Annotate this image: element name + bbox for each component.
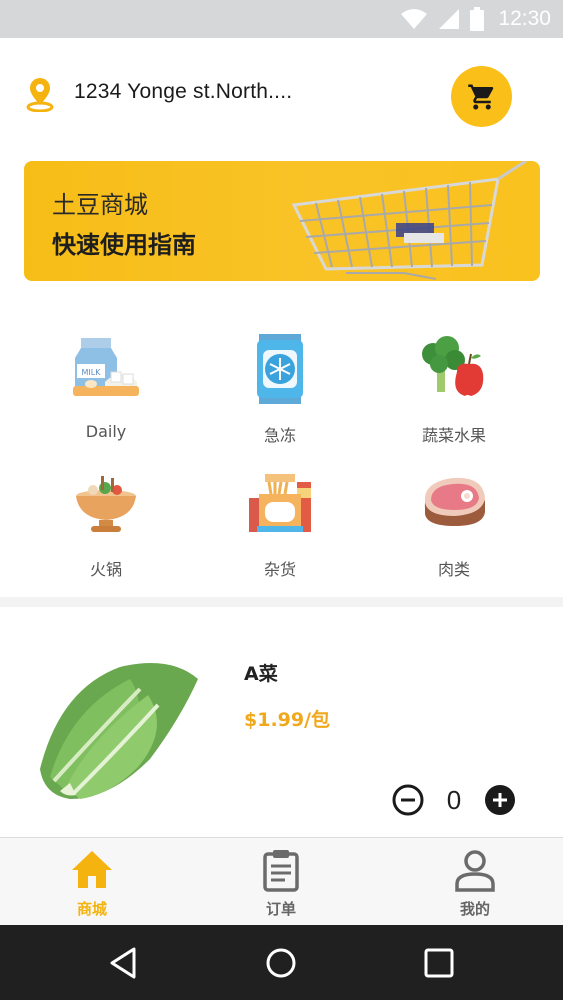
category-frozen[interactable]: 急冻: [210, 334, 350, 446]
category-meat[interactable]: 肉类: [384, 468, 524, 580]
category-vegetable-fruit[interactable]: 蔬菜水果: [384, 334, 524, 446]
signal-icon: [439, 9, 460, 29]
plus-circle-icon: [485, 785, 515, 815]
section-divider: [0, 597, 563, 607]
category-label: 急冻: [263, 426, 296, 445]
category-label: 肉类: [437, 560, 470, 579]
cart-button[interactable]: [451, 66, 512, 127]
bottom-nav: 商城 订单 我的: [0, 837, 563, 925]
header: 1234 Yonge st.North....: [0, 38, 563, 150]
recents-icon[interactable]: [421, 945, 457, 981]
category-hotpot[interactable]: 火锅: [36, 468, 176, 580]
frozen-icon: [257, 334, 303, 404]
nav-item-profile[interactable]: 我的: [425, 848, 525, 919]
home-circle-icon[interactable]: [263, 945, 299, 981]
home-icon: [72, 851, 112, 888]
status-time: 12:30: [498, 7, 551, 30]
grocery-icon: [249, 474, 311, 532]
person-icon: [455, 850, 495, 892]
guide-banner[interactable]: 土豆商城 快速使用指南: [24, 161, 540, 281]
category-label: 火锅: [89, 560, 122, 579]
clipboard-icon: [263, 850, 299, 892]
category-label: 蔬菜水果: [421, 426, 486, 445]
category-grocery[interactable]: 杂货: [210, 468, 350, 580]
status-bar: 12:30: [0, 0, 563, 38]
milk-icon: MILK: [73, 338, 139, 396]
increase-button[interactable]: [484, 784, 516, 816]
system-nav-bar: [0, 925, 563, 1000]
hotpot-icon: [76, 476, 136, 532]
minus-circle-icon: [392, 784, 424, 816]
shopping-cart-illustration: [291, 161, 527, 280]
category-daily[interactable]: MILK Daily: [36, 334, 176, 441]
quantity-stepper: 0: [392, 783, 516, 817]
nav-label: 订单: [265, 900, 296, 918]
nav-label: 我的: [459, 900, 490, 918]
product-name: A菜: [244, 663, 278, 685]
lettuce-image[interactable]: [30, 649, 210, 809]
quantity-value: 0: [446, 784, 462, 815]
svg-text:MILK: MILK: [82, 368, 102, 377]
vegetable-fruit-icon: [422, 336, 484, 396]
category-label: 杂货: [263, 560, 296, 579]
status-icons: 12:30: [400, 6, 551, 32]
category-label: Daily: [85, 422, 127, 441]
product-card[interactable]: A菜 $1.99/包 0: [0, 607, 563, 837]
banner-title: 土豆商城: [52, 191, 148, 219]
nav-item-shop[interactable]: 商城: [42, 848, 142, 919]
delivery-address[interactable]: 1234 Yonge st.North....: [74, 80, 292, 104]
decrease-button[interactable]: [392, 784, 424, 816]
wifi-icon: [401, 9, 428, 29]
product-price: $1.99/包: [244, 709, 331, 731]
meat-icon: [424, 477, 485, 526]
banner-subtitle: 快速使用指南: [52, 231, 196, 259]
nav-label: 商城: [76, 900, 107, 918]
nav-item-orders[interactable]: 订单: [231, 848, 331, 919]
shopping-cart-icon: [467, 84, 493, 109]
back-icon[interactable]: [106, 945, 142, 981]
battery-icon: [470, 7, 485, 31]
location-pin-icon[interactable]: [26, 78, 54, 112]
